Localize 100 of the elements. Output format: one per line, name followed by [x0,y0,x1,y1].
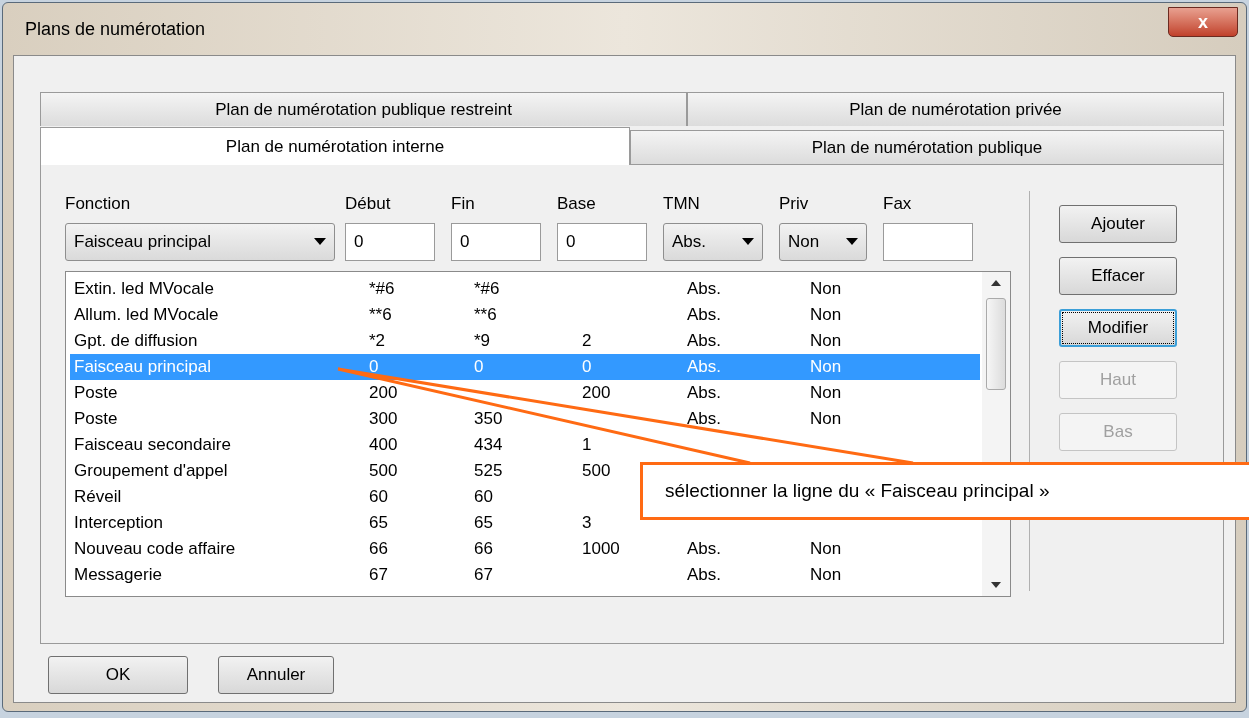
list-cell: 65 [474,513,493,532]
list-cell: 66 [369,539,388,558]
list-row[interactable]: Gpt. de diffusion *2 *9 2 Abs. Non [70,327,980,354]
list-cell: 66 [474,539,493,558]
list-cell: *9 [474,331,491,350]
list-cell: 300 [369,409,398,428]
list-cell: Abs. [687,539,722,558]
scroll-down-icon[interactable] [991,581,1001,588]
list-cell: Extin. led MVocale [74,279,214,298]
callout-text: sélectionner la ligne du « Faisceau principal » [665,478,1050,503]
tab[interactable]: Plan de numérotation interne [40,127,630,165]
list-cell: Abs. [687,565,722,584]
list-cell: 525 [474,461,503,480]
list-cell: Faisceau secondaire [74,435,231,454]
list-cell: Poste [74,383,118,402]
list-cell: Non [810,539,842,558]
tab[interactable]: Plan de numérotation publique [630,130,1224,164]
list-cell: 0 [369,357,379,376]
list-cell: **6 [369,305,392,324]
list-cell: *#6 [474,279,500,298]
field-label: Fax [883,193,913,215]
field-label: Fin [451,193,476,215]
dropdown-value: Non [788,230,820,253]
list-cell: 60 [369,487,388,506]
side-button[interactable]: Modifier [1059,309,1177,347]
list-cell: Groupement d'appel [74,461,228,480]
list-cell: 1000 [582,539,620,558]
list-row[interactable]: Nouveau code affaire 66 66 1000 Abs. Non [70,535,980,562]
input-field[interactable]: 0 [451,222,541,261]
caret-icon [846,238,858,245]
list-cell: *2 [369,331,386,350]
side-button[interactable]: Ajouter [1059,205,1177,243]
field-label: Priv [779,193,810,215]
list-cell: Non [810,305,842,324]
input-field[interactable]: 0 [345,222,435,261]
list-cell: 67 [474,565,493,584]
list-cell: 2 [582,331,592,350]
list-cell: Gpt. de diffusion [74,331,198,350]
list-cell: Messagerie [74,565,162,584]
list-cell: 60 [474,487,493,506]
input-field[interactable]: 0 [557,222,647,261]
list-cell: Faisceau principal [74,357,211,376]
list-cell: **6 [474,305,497,324]
dropdown[interactable]: Faisceau principal [65,222,335,261]
list-cell: Abs. [687,409,722,428]
list-cell: 500 [369,461,398,480]
list-cell: 200 [582,383,611,402]
dialog-button[interactable]: OK [48,656,188,694]
list-row[interactable]: Messagerie 67 67 Abs. Non [70,561,980,588]
list-cell: Abs. [687,305,722,324]
list-cell: Non [810,279,842,298]
list-row[interactable]: Poste 200 200 Abs. Non [70,379,980,406]
field-label: Début [345,193,392,215]
caret-icon [314,238,326,245]
list-cell: Non [810,331,842,350]
list-cell: 3 [582,513,592,532]
list-cell: 400 [369,435,398,454]
list-cell: Poste [74,409,118,428]
tab[interactable]: Plan de numérotation publique restreint [40,92,687,126]
list-cell: Nouveau code affaire [74,539,236,558]
list-cell: Non [810,565,842,584]
list-cell: 1 [582,435,592,454]
list-row[interactable]: Allum. led MVocale **6 **6 Abs. Non [70,301,980,328]
list-cell: 65 [369,513,388,532]
window-title: Plans de numérotation [25,17,206,41]
field-label: Fonction [65,193,132,215]
list-cell: 434 [474,435,503,454]
scroll-up-icon[interactable] [991,279,1001,286]
side-button[interactable]: Effacer [1059,257,1177,295]
input-field[interactable] [883,222,973,261]
list-cell: 67 [369,565,388,584]
list-cell: Non [810,409,842,428]
field-label: TMN [663,193,701,215]
list-cell: 200 [369,383,398,402]
list-cell: 500 [582,461,611,480]
list-cell: Réveil [74,487,122,506]
caret-icon [742,238,754,245]
list-cell: Non [810,357,842,376]
list-cell: 0 [582,357,592,376]
dropdown[interactable]: Non [779,222,867,261]
tab[interactable]: Plan de numérotation privée [687,92,1224,126]
list-cell: Abs. [687,357,722,376]
dialog-button[interactable]: Annuler [218,656,334,694]
list-cell: *#6 [369,279,395,298]
list-row[interactable]: Extin. led MVocale *#6 *#6 Abs. Non [70,275,980,302]
list-cell: Allum. led MVocale [74,305,219,324]
list-cell: Abs. [687,279,722,298]
dropdown[interactable]: Abs. [663,222,763,261]
field-label: Base [557,193,597,215]
list-cell: Abs. [687,331,722,350]
dropdown-value: Abs. [672,230,707,253]
dropdown-value: Faisceau principal [74,230,211,253]
list-row[interactable]: Poste 300 350 Abs. Non [70,405,980,432]
list-cell: Non [810,383,842,402]
list-cell: 350 [474,409,503,428]
list-row[interactable]: Interception 65 65 3 [70,509,980,536]
list-row[interactable]: Faisceau secondaire 400 434 1 [70,431,980,458]
list-cell: 0 [474,357,484,376]
scrollbar-thumb[interactable] [986,297,1006,390]
list-cell: Interception [74,513,163,532]
